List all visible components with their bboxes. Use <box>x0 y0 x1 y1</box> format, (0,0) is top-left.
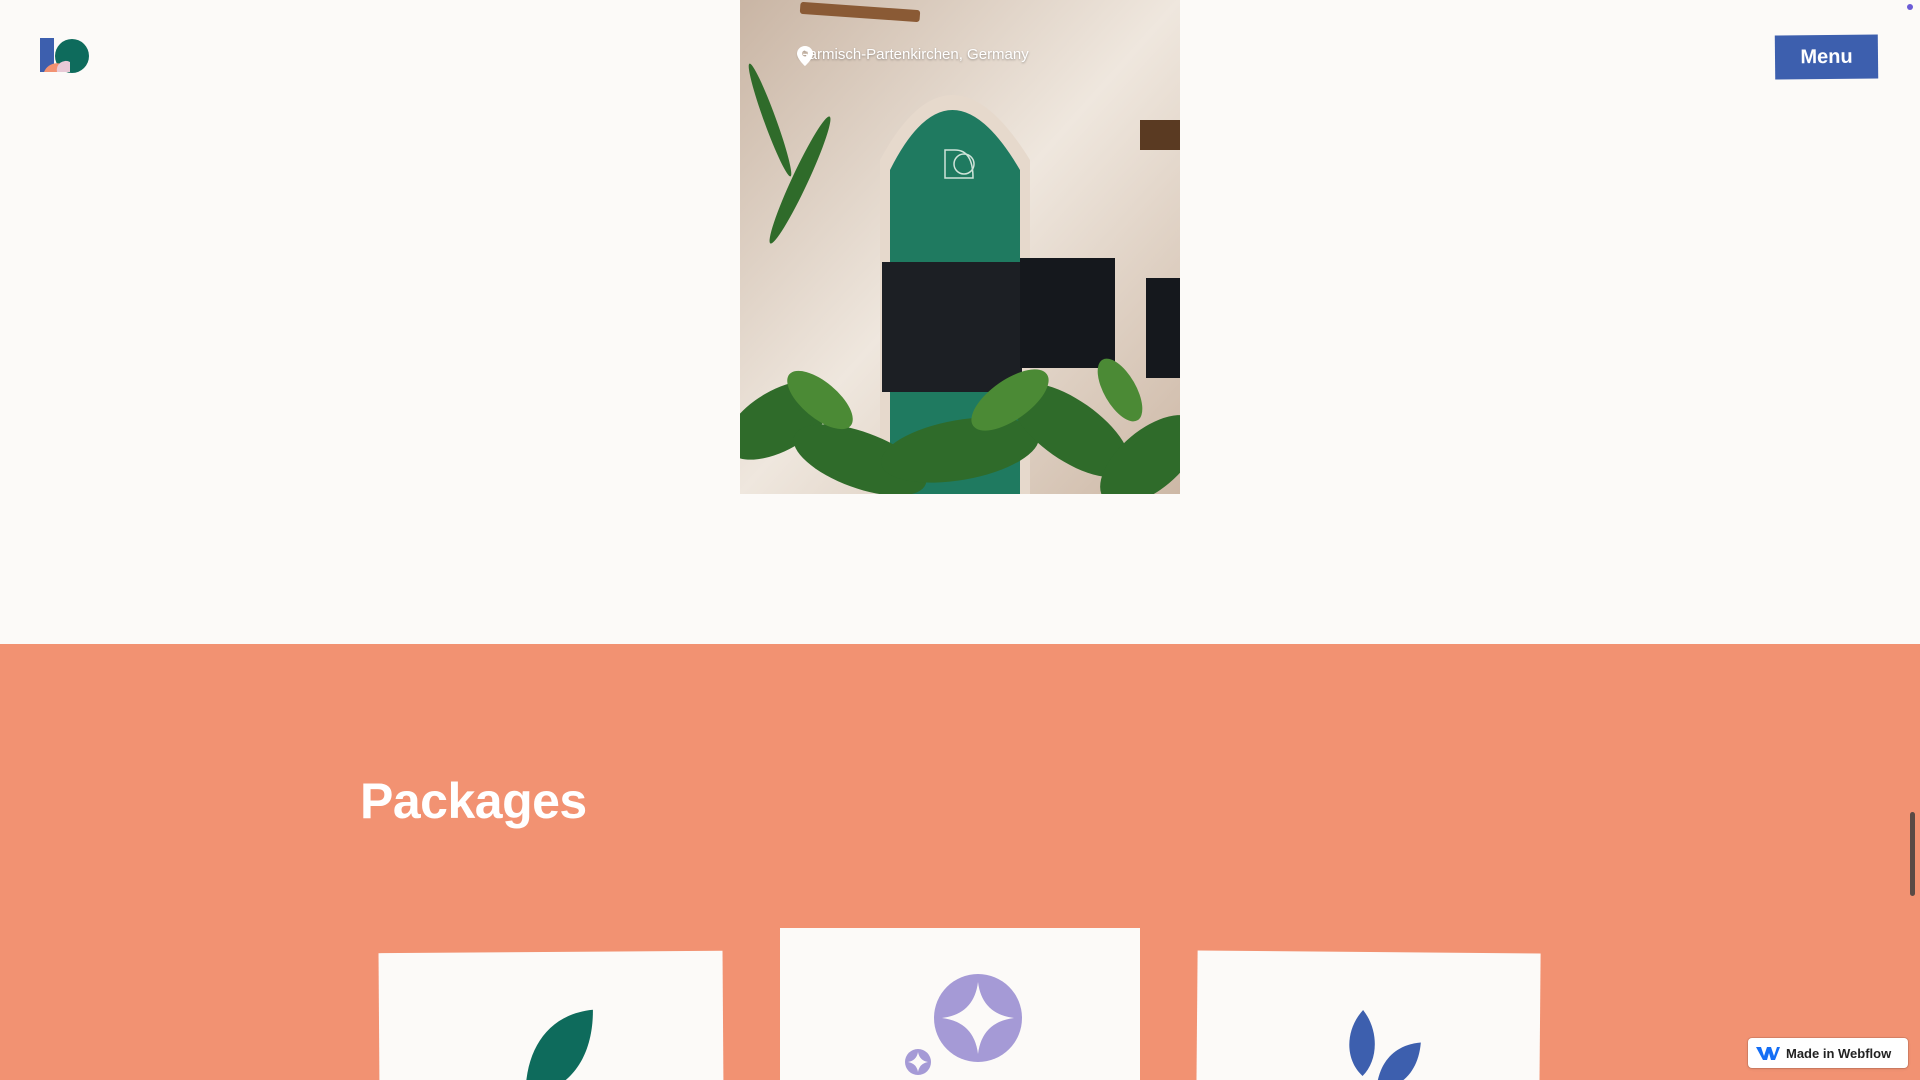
ko-logo[interactable] <box>40 38 92 74</box>
package-card-2[interactable] <box>780 928 1140 1080</box>
scrollbar-thumb[interactable] <box>1910 812 1915 896</box>
leaf-icon <box>525 1009 593 1080</box>
sparkle-star-icon <box>905 974 1022 1075</box>
hero-photo: Garmisch-Partenkirchen, Germany <box>740 0 1180 494</box>
sprout-icon <box>1349 1009 1421 1080</box>
made-in-webflow-badge[interactable]: Made in Webflow <box>1748 1038 1908 1068</box>
hero-section: Garmisch-Partenkirchen, Germany Menu <box>0 0 1920 644</box>
location-text: Garmisch-Partenkirchen, Germany <box>797 46 1029 63</box>
made-in-webflow-label: Made in Webflow <box>1786 1045 1892 1061</box>
location-label: Garmisch-Partenkirchen, Germany <box>797 46 1029 66</box>
package-card-1[interactable] <box>378 950 724 1080</box>
packages-title: Packages <box>360 773 587 829</box>
package-card-3[interactable] <box>1196 950 1541 1080</box>
webflow-logo-icon <box>1756 1047 1780 1060</box>
location-pin-icon <box>797 46 813 66</box>
menu-button[interactable]: Menu <box>1774 34 1879 80</box>
packages-section: Packages <box>0 644 1920 1080</box>
status-dot <box>1907 4 1913 10</box>
